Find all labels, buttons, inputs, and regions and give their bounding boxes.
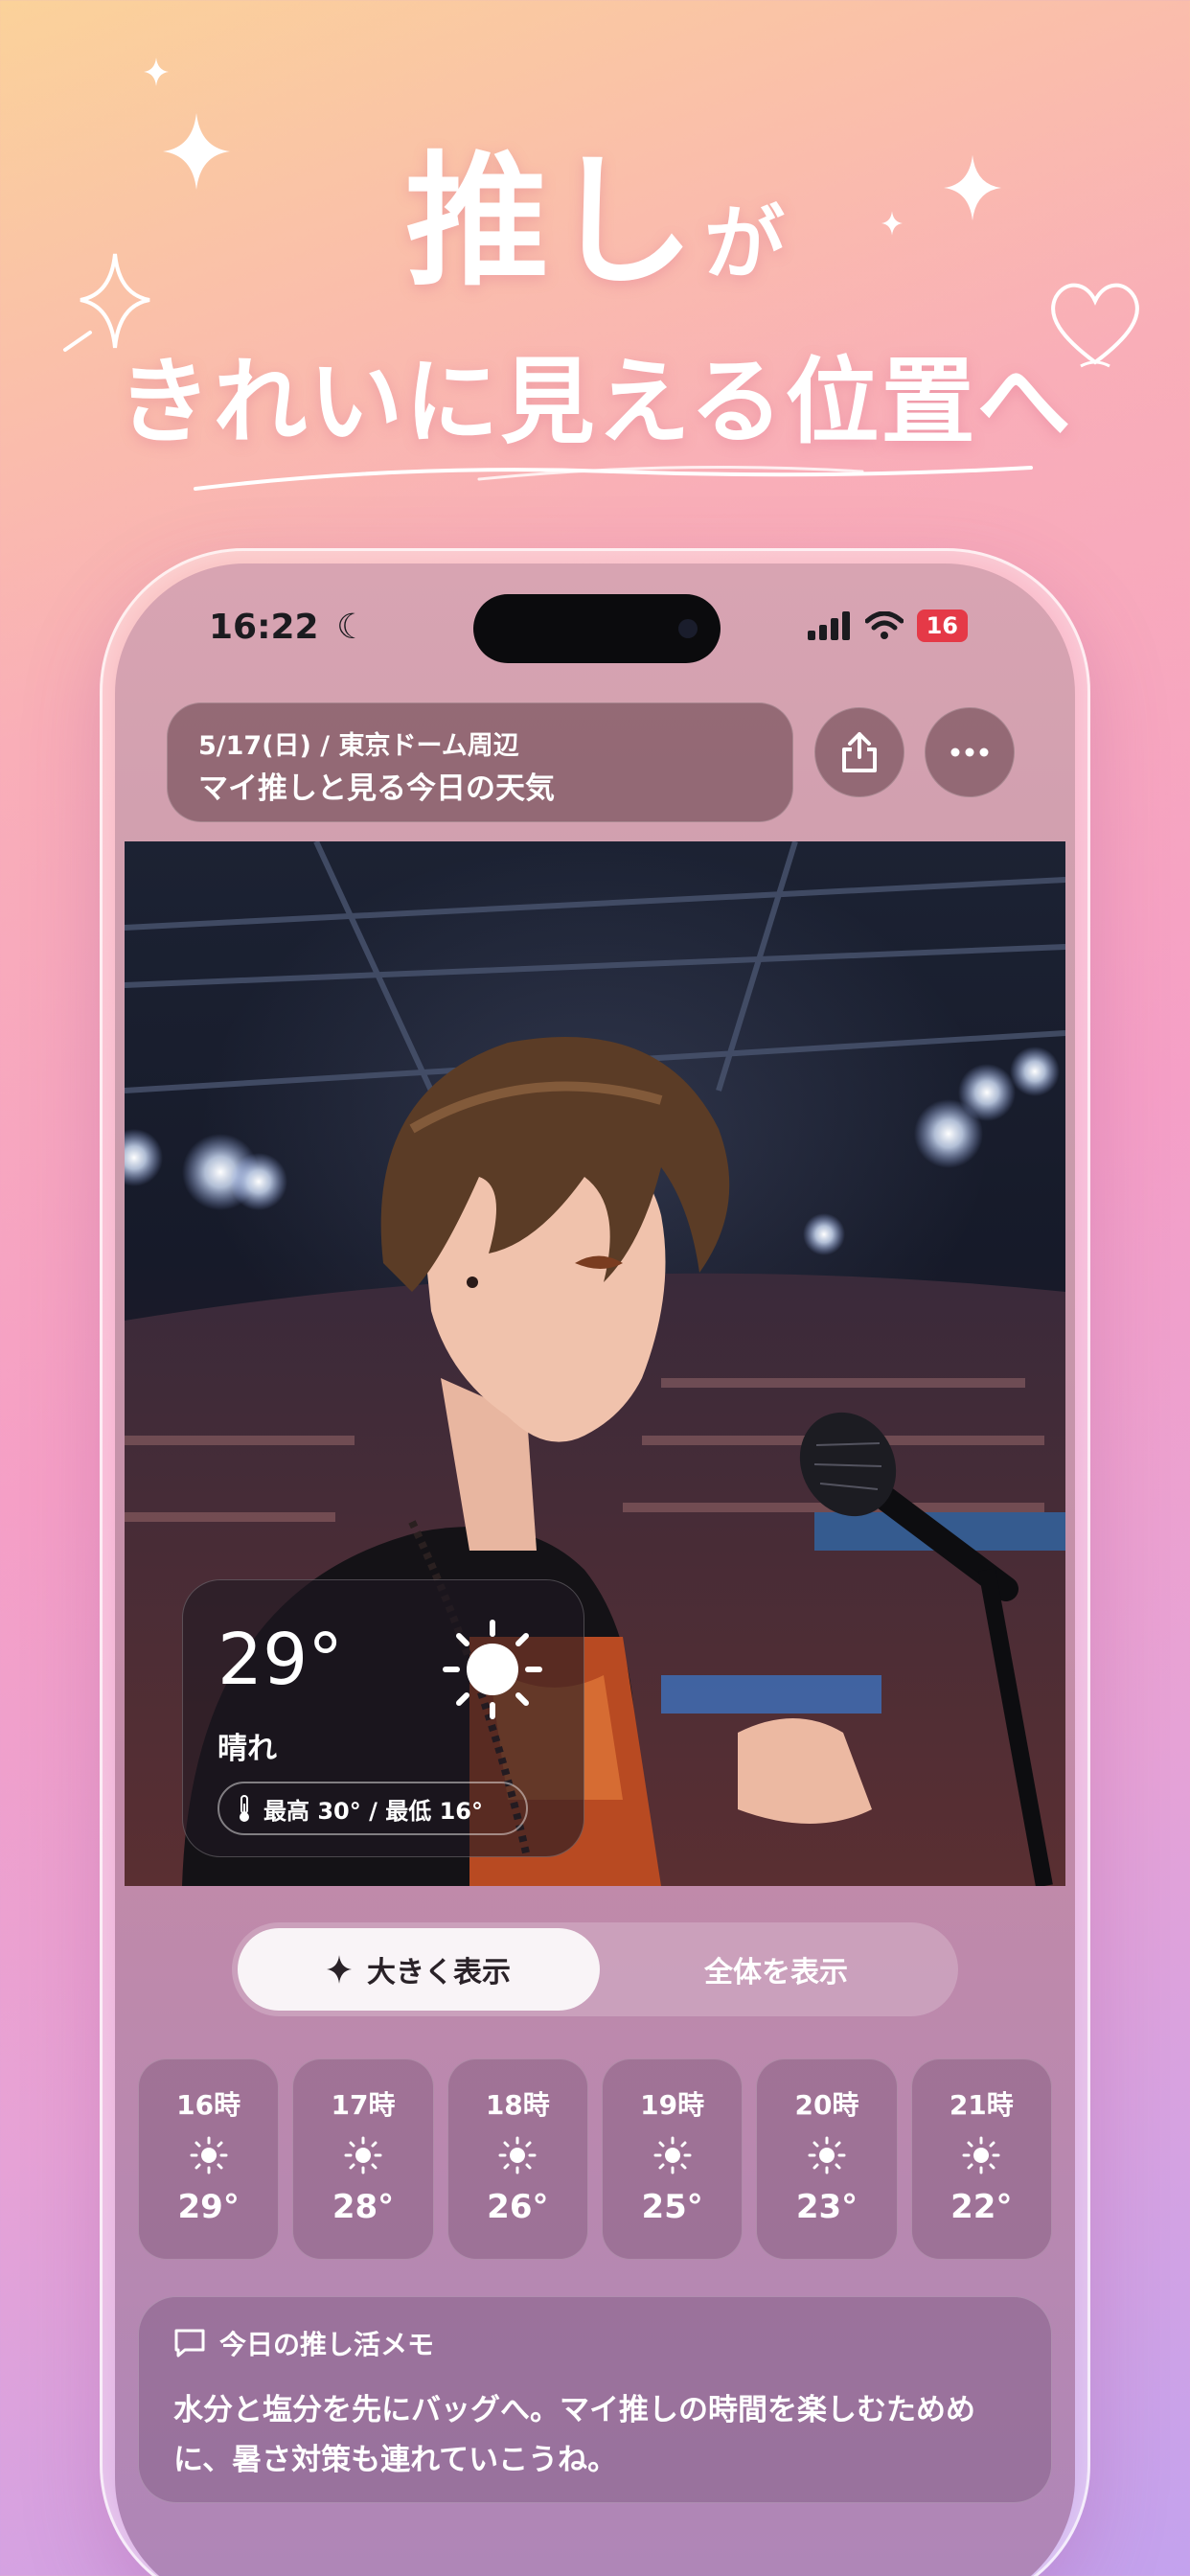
view-toggle: 大きく表示 全体を表示 bbox=[232, 1922, 958, 2016]
sparkle-small-icon bbox=[327, 1955, 352, 1984]
hourly-time: 18時 bbox=[485, 2089, 550, 2121]
memo-header: 今日の推し活メモ bbox=[173, 2324, 434, 2362]
headline-main: 推し bbox=[404, 139, 697, 306]
moon-icon: ☾ bbox=[336, 608, 368, 647]
headline-line2: きれいに見える位置へ bbox=[117, 348, 1073, 457]
show-large-label: 大きく表示 bbox=[367, 1956, 511, 1990]
hourly-temp: 26° bbox=[487, 2188, 549, 2226]
hourly-forecast: 16時 29° 17時 28° 18時 26° 19時 25° 20時 23° 21時 22° bbox=[138, 2058, 1052, 2260]
memo-body: 水分と塩分を先にバッグへ。マイ推しの時間を楽しむためめに、暑さ対策も連れていこう… bbox=[173, 2393, 975, 2477]
hourly-time: 16時 bbox=[176, 2089, 241, 2121]
more-icon bbox=[950, 748, 989, 757]
hourly-item: 18時 26° bbox=[446, 2058, 588, 2260]
hourly-time: 17時 bbox=[331, 2089, 396, 2121]
status-time: 16:22 ☾ bbox=[209, 608, 367, 647]
sun-icon bbox=[653, 2136, 692, 2174]
sun-icon bbox=[498, 2136, 537, 2174]
status-bar: 16:22 ☾ 16 bbox=[115, 564, 1075, 698]
headline-suffix: が bbox=[704, 196, 786, 290]
share-button[interactable] bbox=[814, 707, 904, 797]
hourly-temp: 28° bbox=[332, 2188, 395, 2226]
show-full-button[interactable]: 全体を表示 bbox=[600, 1928, 952, 2011]
share-icon bbox=[842, 732, 877, 772]
wifi-icon bbox=[864, 611, 904, 639]
signal-icon bbox=[807, 611, 850, 640]
phone-screen: 16:22 ☾ 16 5/17(日) / 東京ドーム周辺 マイ推しと見る今日の天… bbox=[115, 564, 1075, 2576]
hourly-item: 16時 29° bbox=[138, 2058, 280, 2260]
hourly-item: 17時 28° bbox=[292, 2058, 434, 2260]
hourly-temp: 23° bbox=[795, 2188, 858, 2226]
header-title: マイ推しと見る今日の天気 bbox=[198, 771, 555, 806]
hourly-time: 19時 bbox=[640, 2089, 705, 2121]
memo-title: 今日の推し活メモ bbox=[219, 2329, 435, 2360]
date-location: 5/17(日) / 東京ドーム周辺 bbox=[198, 731, 519, 761]
headline-line1: 推しが bbox=[0, 105, 1190, 313]
hourly-time: 20時 bbox=[794, 2089, 859, 2121]
weather-condition: 晴れ bbox=[217, 1732, 277, 1766]
oshikatsu-memo-card: 今日の推し活メモ 水分と塩分を先にバッグへ。マイ推しの時間を楽しむためめに、暑さ… bbox=[138, 2296, 1052, 2503]
hourly-time: 21時 bbox=[949, 2089, 1014, 2121]
dynamic-island bbox=[473, 594, 721, 663]
underline-swash bbox=[194, 466, 1033, 491]
more-button[interactable] bbox=[925, 707, 1015, 797]
header-card[interactable]: 5/17(日) / 東京ドーム周辺 マイ推しと見る今日の天気 bbox=[167, 702, 793, 822]
status-time-text: 16:22 bbox=[209, 608, 319, 647]
sun-icon bbox=[344, 2136, 382, 2174]
current-temperature: 29° bbox=[217, 1619, 344, 1701]
sun-icon bbox=[190, 2136, 228, 2174]
sun-icon bbox=[808, 2136, 846, 2174]
hourly-item: 21時 22° bbox=[910, 2058, 1052, 2260]
hourly-temp: 29° bbox=[177, 2188, 240, 2226]
hourly-item: 20時 23° bbox=[756, 2058, 898, 2260]
current-weather-card: 29° 晴れ 最高 30° / 最低 16° bbox=[182, 1579, 584, 1857]
show-full-label: 全体を表示 bbox=[704, 1956, 848, 1990]
headline: 推しが きれいに見える位置へ bbox=[0, 0, 1190, 518]
hourly-temp: 25° bbox=[641, 2188, 703, 2226]
battery-indicator: 16 bbox=[916, 610, 968, 642]
oshi-photo: 29° 晴れ 最高 30° / 最低 16° bbox=[125, 841, 1065, 1886]
high-low-badge: 最高 30° / 最低 16° bbox=[217, 1782, 528, 1835]
high-low-text: 最高 30° / 最低 16° bbox=[263, 1797, 483, 1825]
chat-bubble-icon bbox=[174, 2329, 205, 2358]
thermometer-icon bbox=[240, 1795, 249, 1822]
show-large-button[interactable]: 大きく表示 bbox=[238, 1928, 600, 2011]
status-icons: 16 bbox=[807, 610, 968, 642]
hourly-item: 19時 25° bbox=[601, 2058, 744, 2260]
sun-icon bbox=[962, 2136, 1000, 2174]
hourly-temp: 22° bbox=[950, 2188, 1013, 2226]
camera-icon bbox=[678, 619, 698, 638]
sun-icon bbox=[443, 1620, 542, 1719]
sparkle-icon bbox=[144, 58, 169, 86]
